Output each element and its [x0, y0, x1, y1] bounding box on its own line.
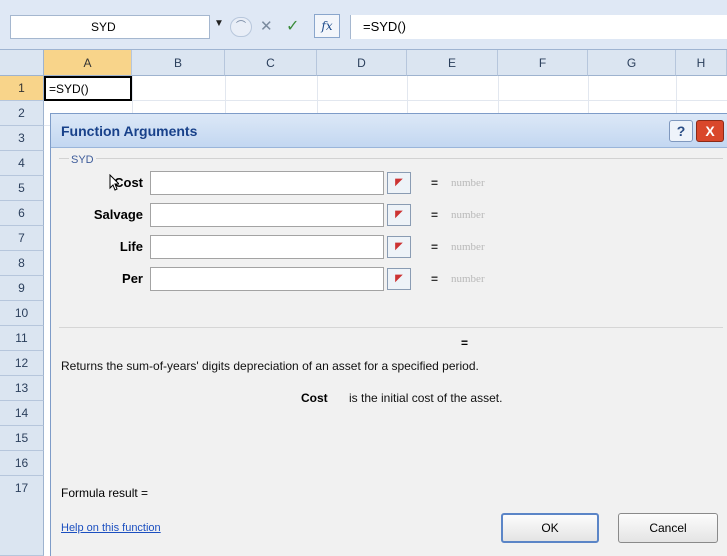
name-box[interactable]: SYD [10, 15, 210, 39]
help-button[interactable]: ? [669, 120, 693, 142]
range-select-icon: ◤ [395, 177, 403, 188]
column-header-e[interactable]: E [407, 50, 498, 76]
question-icon: ? [676, 123, 686, 139]
dialog-title: Function Arguments [61, 123, 198, 139]
row-header-4[interactable]: 4 [0, 151, 44, 176]
salvage-type: number [451, 209, 485, 221]
row-header-1[interactable]: 1 [0, 76, 44, 101]
row-header-5[interactable]: 5 [0, 176, 44, 201]
row-header-10[interactable]: 10 [0, 301, 44, 326]
salvage-equals: = [431, 208, 439, 222]
function-arguments-dialog: Function Arguments ? X SYD Cost ◤ = numb… [50, 113, 727, 556]
enter-check-icon[interactable]: ✓ [286, 16, 299, 36]
row-header-16[interactable]: 16 [0, 451, 44, 476]
close-button[interactable]: X [696, 120, 724, 142]
column-header-f[interactable]: F [498, 50, 588, 76]
function-name: SYD [69, 154, 96, 166]
row-header-17[interactable]: 17 [0, 476, 44, 556]
row-header-12[interactable]: 12 [0, 351, 44, 376]
column-header-c[interactable]: C [225, 50, 317, 76]
expand-circle-icon[interactable]: ⌒ [230, 17, 252, 37]
salvage-collapse-button[interactable]: ◤ [387, 204, 411, 226]
ok-button[interactable]: OK [501, 513, 599, 543]
result-equals: = [461, 336, 469, 350]
range-select-icon: ◤ [395, 241, 403, 252]
select-all-corner[interactable] [0, 50, 44, 76]
life-collapse-button[interactable]: ◤ [387, 236, 411, 258]
formula-result: Formula result = [61, 486, 149, 500]
life-type: number [451, 241, 485, 253]
cell-a1[interactable]: =SYD() [44, 76, 132, 101]
dialog-title-bar[interactable]: Function Arguments ? X [51, 114, 727, 148]
row-header-2[interactable]: 2 [0, 101, 44, 126]
chevron-down-icon[interactable]: ▼ [214, 18, 224, 29]
formula-text: =SYD() [363, 19, 406, 34]
grid-row [44, 76, 727, 101]
formula-input[interactable]: =SYD() [350, 15, 727, 39]
cell-a1-value: =SYD() [49, 82, 89, 96]
separator [59, 327, 723, 328]
life-label: Life [119, 239, 143, 254]
per-label: Per [122, 271, 143, 286]
salvage-input[interactable] [150, 203, 384, 227]
row-header-3[interactable]: 3 [0, 126, 44, 151]
cancel-button[interactable]: Cancel [618, 513, 718, 543]
help-on-function-link[interactable]: Help on this function [61, 522, 161, 534]
cancel-x-icon[interactable]: ✕ [260, 17, 273, 35]
formula-controls: ⌒ ✕ ✓ fx [230, 14, 360, 40]
row-header-11[interactable]: 11 [0, 326, 44, 351]
life-input[interactable] [150, 235, 384, 259]
per-equals: = [431, 272, 439, 286]
salvage-label: Salvage [93, 207, 143, 222]
range-select-icon: ◤ [395, 273, 403, 284]
per-collapse-button[interactable]: ◤ [387, 268, 411, 290]
name-box-value: SYD [91, 20, 116, 34]
cost-label: Cost [114, 175, 143, 190]
row-header-14[interactable]: 14 [0, 401, 44, 426]
column-header-d[interactable]: D [317, 50, 407, 76]
cost-equals: = [431, 176, 439, 190]
row-header-7[interactable]: 7 [0, 226, 44, 251]
per-type: number [451, 273, 485, 285]
row-header-8[interactable]: 8 [0, 251, 44, 276]
row-header-6[interactable]: 6 [0, 201, 44, 226]
cost-type: number [451, 177, 485, 189]
function-description: Returns the sum-of-years' digits depreci… [61, 359, 479, 373]
column-header-g[interactable]: G [588, 50, 676, 76]
column-header-a[interactable]: A [44, 50, 132, 76]
worksheet: A B C D E F G H 1 2 3 4 5 6 7 8 9 10 11 … [0, 50, 727, 556]
life-equals: = [431, 240, 439, 254]
mouse-pointer-icon [109, 174, 119, 191]
argument-help-name: Cost [301, 391, 328, 405]
insert-function-button[interactable]: fx [314, 14, 340, 38]
column-header-b[interactable]: B [132, 50, 225, 76]
range-select-icon: ◤ [395, 209, 403, 220]
fx-icon: fx [321, 19, 333, 33]
row-header-13[interactable]: 13 [0, 376, 44, 401]
per-input[interactable] [150, 267, 384, 291]
row-header-15[interactable]: 15 [0, 426, 44, 451]
close-icon: X [705, 123, 715, 139]
column-header-h[interactable]: H [676, 50, 727, 76]
cost-collapse-button[interactable]: ◤ [387, 172, 411, 194]
formula-bar: SYD ▼ ⌒ ✕ ✓ fx =SYD() [0, 0, 727, 50]
row-header-9[interactable]: 9 [0, 276, 44, 301]
argument-help-text: is the initial cost of the asset. [349, 391, 503, 405]
cost-input[interactable] [150, 171, 384, 195]
